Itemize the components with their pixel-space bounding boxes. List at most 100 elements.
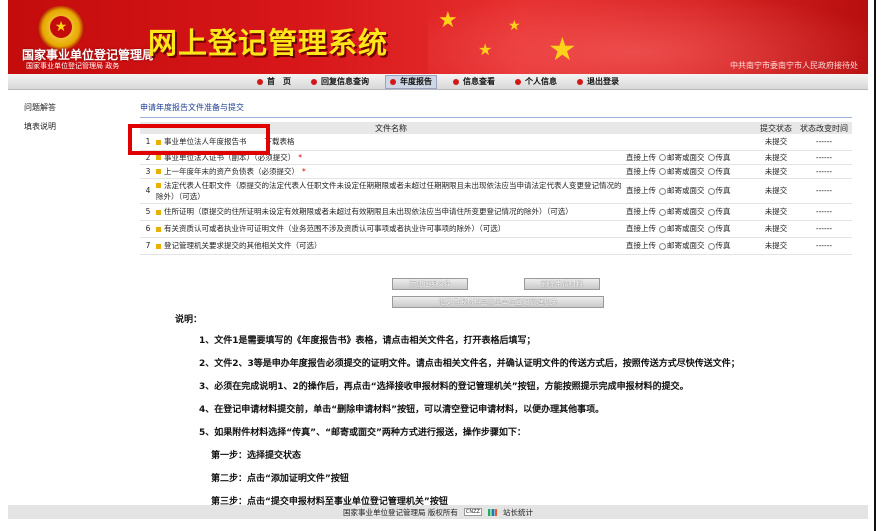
sidebar-item-faq[interactable]: 问题解答 — [24, 102, 56, 113]
radio-mail[interactable] — [659, 208, 666, 216]
nav-annual-report[interactable]: 年度报告 — [385, 74, 437, 89]
cnzz-badge[interactable]: CNZZ — [463, 508, 482, 516]
status-time: ------ — [796, 237, 852, 255]
nav-label: 首 页 — [267, 77, 291, 86]
nav-label: 信息查看 — [463, 77, 495, 86]
required-mark: * — [302, 166, 306, 176]
note-item: 2、文件2、3等是申办年度报告必须提交的证明文件。请点击相关文件名，并确认证明文… — [199, 359, 740, 369]
fax-label: 传真 — [715, 186, 731, 195]
row-name-cell: 法定代表人任职文件（原提交的法定代表人任职文件未设定任期期限或者未超过任期期限且… — [156, 178, 626, 204]
nav-home[interactable]: 首 页 — [253, 75, 295, 89]
nav-label: 年度报告 — [400, 77, 432, 86]
radio-fax[interactable] — [707, 187, 715, 195]
col-time: 状态改变时间 — [796, 122, 852, 134]
direct-upload-label[interactable]: 直接上传 — [626, 167, 656, 176]
bullet-icon — [311, 78, 317, 85]
radio-fax[interactable] — [707, 168, 715, 175]
bullet-icon — [156, 243, 161, 249]
method-options: 直接上传 邮寄或面交 传真 — [626, 178, 756, 204]
status-time: ------ — [796, 134, 852, 151]
status-text: 未提交 — [756, 150, 796, 165]
radio-mail[interactable] — [659, 225, 666, 233]
submit-to-org-button[interactable]: 提交申报材料至事业单位登记管理机关 — [392, 296, 604, 308]
file-link[interactable]: 登记管理机关要求提交的其他相关文件（可选） — [164, 241, 322, 250]
direct-upload-label[interactable]: 直接上传 — [626, 207, 656, 216]
bullet-icon — [156, 169, 161, 174]
table-row: 3 上一年度年末的资产负债表（必须提交） * 直接上传 邮寄或面交 传真 未提交 --… — [140, 164, 852, 179]
radio-fax[interactable] — [707, 154, 715, 161]
note-item: 4、在登记申请材料提交前，单击“删除申请材料”按钮，可以清空登记申请材料，以便办… — [199, 405, 605, 415]
delete-application-button[interactable]: 删除申请材料 — [524, 278, 600, 290]
mail-label: 邮寄或面交 — [667, 241, 705, 250]
status-text: 未提交 — [756, 203, 796, 221]
mail-label: 邮寄或面交 — [667, 207, 705, 216]
fax-label: 传真 — [715, 241, 731, 250]
note-item: 1、文件1是需要填写的《年度报告书》表格，请点击相关文件名，打开表格后填写； — [199, 336, 536, 346]
radio-fax[interactable] — [707, 208, 715, 216]
nav-reply-query[interactable]: 回复信息查询 — [307, 75, 373, 89]
section-title: 申请年度报告文件准备与提交 — [140, 102, 852, 118]
row-name-cell: 登记管理机关要求提交的其他相关文件（可选） — [156, 237, 626, 255]
fax-label: 传真 — [715, 207, 731, 216]
status-time: ------ — [796, 150, 852, 165]
radio-mail[interactable] — [659, 154, 666, 161]
nav-personal-info[interactable]: 个人信息 — [511, 75, 561, 89]
method-options: 直接上传 邮寄或面交 传真 — [626, 150, 756, 165]
row-method-cell — [626, 134, 756, 151]
direct-upload-label[interactable]: 直接上传 — [626, 186, 656, 195]
file-link[interactable]: 住所证明（原提交的住所证明未设定有效期限或者未超过有效期限且未出现依法应当申请住… — [164, 207, 573, 216]
nav-info-view[interactable]: 信息查看 — [449, 75, 499, 89]
row-no: 4 — [140, 178, 156, 204]
file-link[interactable]: 有关资质认可或者执业许可证明文件（业务范围不涉及资质认可事项或者执业许可事项的除… — [164, 224, 505, 233]
status-time: ------ — [796, 178, 852, 204]
radio-mail[interactable] — [659, 187, 666, 195]
table-row: 7 登记管理机关要求提交的其他相关文件（可选） 直接上传 邮寄或面交 传真 未提交 … — [140, 237, 852, 255]
mail-label: 邮寄或面交 — [667, 186, 705, 195]
note-step: 第二步：点击“添加证明文件”按钮 — [211, 474, 349, 484]
instructions: 说明： 1、文件1是需要填写的《年度报告书》表格，请点击相关文件名，打开表格后填… — [175, 312, 740, 517]
bullet-icon — [156, 226, 161, 232]
direct-upload-label[interactable]: 直接上传 — [626, 224, 656, 233]
status-text: 未提交 — [756, 178, 796, 204]
row-name-cell: 上一年度年末的资产负债表（必须提交） * — [156, 164, 626, 179]
nav-label: 退出登录 — [587, 77, 619, 86]
mail-label: 邮寄或面交 — [667, 166, 705, 176]
row-name-cell: 住所证明（原提交的住所证明未设定有效期限或者未超过有效期限且未出现依法应当申请住… — [156, 203, 626, 221]
row-no: 6 — [140, 220, 156, 238]
footer: 国家事业单位登记管理局 版权所有 CNZZ 站长统计 — [8, 505, 868, 519]
file-link[interactable]: 上一年度年末的资产负债表（必须提交） — [164, 167, 299, 176]
status-time: ------ — [796, 203, 852, 221]
sidebar-item-fill-guide[interactable]: 填表说明 — [24, 121, 56, 132]
method-options: 直接上传 邮寄或面交 传真 — [626, 203, 756, 221]
radio-mail[interactable] — [659, 242, 666, 250]
status-text: 未提交 — [756, 164, 796, 179]
method-options: 直接上传 邮寄或面交 传真 — [626, 164, 756, 179]
org-subtitle: 国家事业单位登记管理局 政务 — [26, 62, 120, 70]
mail-label: 邮寄或面交 — [667, 224, 705, 233]
stats-icon — [487, 508, 497, 516]
fax-label: 传真 — [715, 166, 731, 176]
bullet-icon — [453, 78, 459, 85]
row-no: 7 — [140, 237, 156, 255]
bullet-icon — [257, 78, 263, 85]
table-row: 4 法定代表人任职文件（原提交的法定代表人任职文件未设定任期期限或者未超过任期期… — [140, 178, 852, 204]
nav-label: 回复信息查询 — [321, 77, 369, 86]
radio-fax[interactable] — [707, 242, 715, 250]
direct-upload-label[interactable]: 直接上传 — [626, 241, 656, 250]
direct-upload-label[interactable]: 直接上传 — [626, 153, 656, 162]
nav-logout[interactable]: 退出登录 — [573, 75, 623, 89]
bullet-icon — [156, 155, 161, 160]
star-icon: ★ — [548, 30, 577, 68]
status-time: ------ — [796, 220, 852, 238]
bullet-icon — [156, 183, 161, 188]
header-banner: ★ ★ ★ ★ ★ 国家事业单位登记管理局 国家事业单位登记管理局 政务 网上登… — [8, 0, 868, 74]
notes-title: 说明： — [175, 315, 203, 325]
file-link[interactable]: 法定代表人任职文件（原提交的法定代表人任职文件未设定任期期限或者未超过任期期限且… — [156, 181, 622, 201]
radio-fax[interactable] — [707, 225, 715, 233]
host-agency: 中共南宁市委南宁市人民政府接待处 — [730, 61, 858, 70]
status-text: 未提交 — [756, 237, 796, 255]
add-proof-button[interactable]: 添加证明文件 — [392, 278, 468, 290]
radio-mail[interactable] — [659, 168, 666, 175]
site-stats-link[interactable]: 站长统计 — [503, 507, 533, 518]
star-icon: ★ — [438, 8, 458, 33]
